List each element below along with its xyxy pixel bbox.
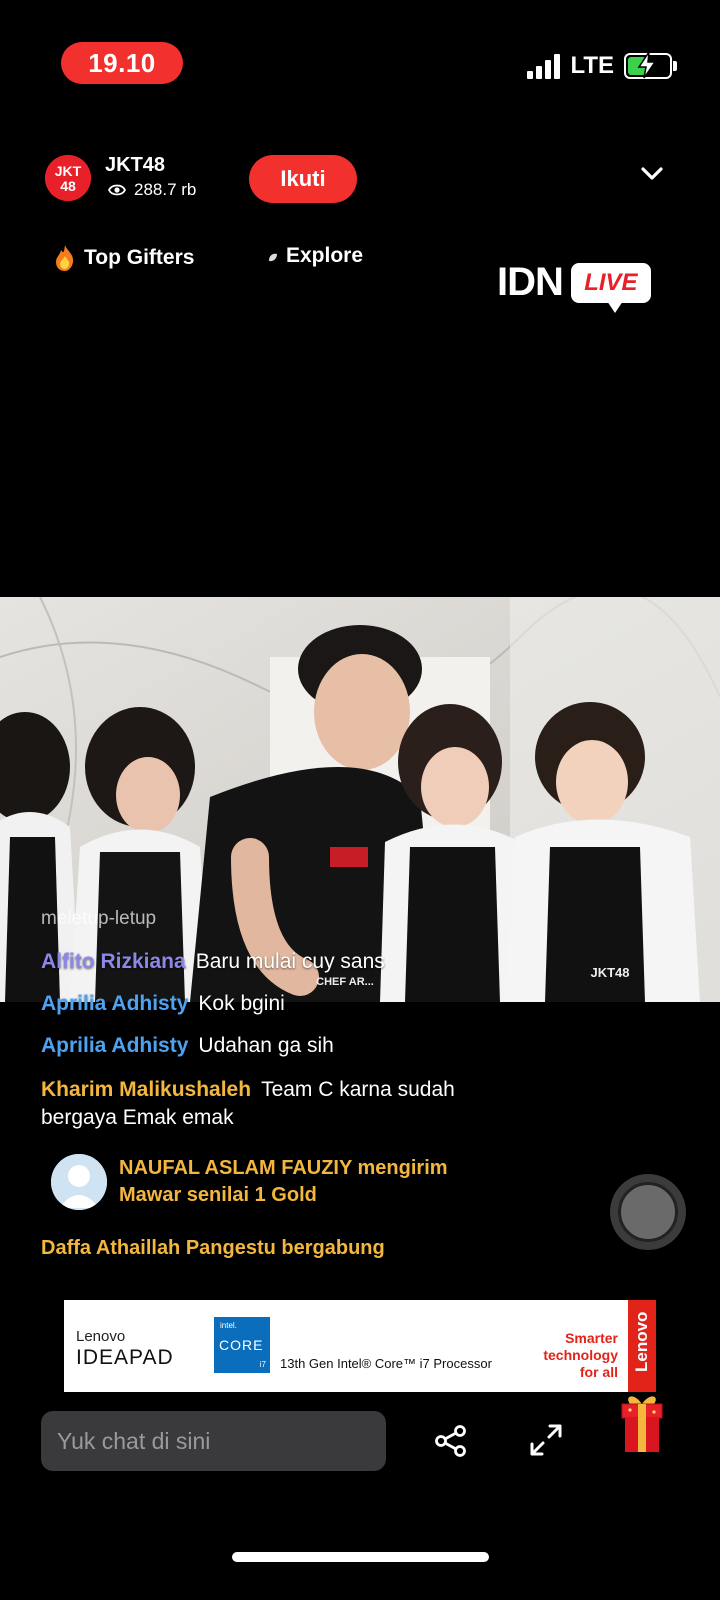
video-apron-text: JKT48 [590,965,629,980]
chat-username[interactable]: Aprilia Adhisty [41,1034,188,1057]
chat-username[interactable]: Aprilia Adhisty [41,992,188,1015]
ad-product: IDEAPAD [76,1346,174,1369]
chat-message: Aprilia Adhisty Kok bgini [41,992,285,1016]
ad-brand-bar: Lenovo [628,1300,656,1392]
home-indicator[interactable] [232,1552,489,1562]
ad-tagline-3: for all [579,1364,618,1380]
viewer-count-value: 288.7 rb [134,180,197,199]
gift-notification: NAUFAL ASLAM FAUZIY mengirim Mawar senil… [51,1154,448,1210]
chat-username[interactable]: Alfito Rizkiana [41,950,186,973]
gift-message: NAUFAL ASLAM FAUZIY mengirim Mawar senil… [119,1155,448,1209]
tab-explore[interactable]: Explore [266,244,363,268]
eye-icon [108,184,126,196]
intel-core-badge: intel. CORE i7 [214,1317,270,1373]
battery-charging-icon [624,51,677,79]
chat-message: Kharim Malikushaleh Team C karna sudah be… [41,1076,481,1132]
record-button[interactable] [610,1174,686,1250]
tab-top-gifters[interactable]: Top Gifters [52,244,194,272]
fullscreen-icon[interactable] [528,1422,564,1463]
ad-processor: 13th Gen Intel® Core™ i7 Processor [280,1356,492,1371]
signal-icon [527,53,561,79]
ad-tagline: Smarter technology for all [508,1330,618,1381]
chat-text: Kok bgini [198,992,285,1015]
chat-username[interactable]: Kharim Malikushaleh [41,1078,251,1101]
video-apron-text-chef: CHEF AR... [316,976,374,988]
chat-input[interactable] [41,1411,386,1471]
chat-text: Udahan ga sih [198,1034,334,1057]
chat-message: Alfito Rizkiana Baru mulai cuy sans [41,950,385,974]
join-notification: Daffa Athaillah Pangestu bergabung [41,1237,385,1259]
tab-explore-label: Explore [286,244,364,267]
intel-gen-text: i7 [259,1360,266,1369]
leaf-icon [269,253,277,262]
gift-message-line2: Mawar senilai 1 Gold [119,1184,317,1206]
logo-idn-text: IDN [497,260,564,304]
ad-tagline-2: technology [543,1347,618,1363]
network-label: LTE [570,52,614,79]
svg-text:JKT: JKT [55,163,82,179]
gift-box-icon[interactable] [616,1390,668,1461]
intel-core-text: CORE [219,1337,264,1353]
ad-banner[interactable]: Lenovo IDEAPAD intel. CORE i7 13th Gen I… [64,1300,656,1392]
svg-text:48: 48 [60,178,76,194]
follow-button[interactable]: Ikuti [249,155,357,203]
logo-live-text: LIVE [584,268,638,296]
user-avatar-icon [51,1154,107,1210]
fire-icon [56,245,74,271]
channel-name[interactable]: JKT48 [105,154,165,177]
gift-message-line1: NAUFAL ASLAM FAUZIY mengirim [119,1157,448,1179]
logo-live-badge: LIVE [570,262,651,313]
ad-brand-vertical: Lenovo [632,1311,651,1372]
idn-live-logo: IDN LIVE [497,260,651,313]
ad-tagline-1: Smarter [565,1330,618,1346]
share-icon[interactable] [434,1424,468,1463]
live-video[interactable]: JKT48 CHEF AR... [0,597,720,1002]
chat-text: Baru mulai cuy sans [195,950,385,973]
viewer-count: 288.7 rb [108,180,196,200]
chevron-down-icon[interactable] [640,166,664,187]
tab-top-gifters-label: Top Gifters [84,246,195,269]
status-indicators: LTE [527,51,677,80]
channel-avatar[interactable]: JKT 48 [45,155,91,201]
status-time: 19.10 [61,42,183,84]
video-overlay-text: meletup-letup [41,908,157,929]
ad-brand-small: Lenovo [76,1328,126,1345]
chat-message: Aprilia Adhisty Udahan ga sih [41,1034,334,1058]
intel-small-text: intel. [220,1321,237,1330]
